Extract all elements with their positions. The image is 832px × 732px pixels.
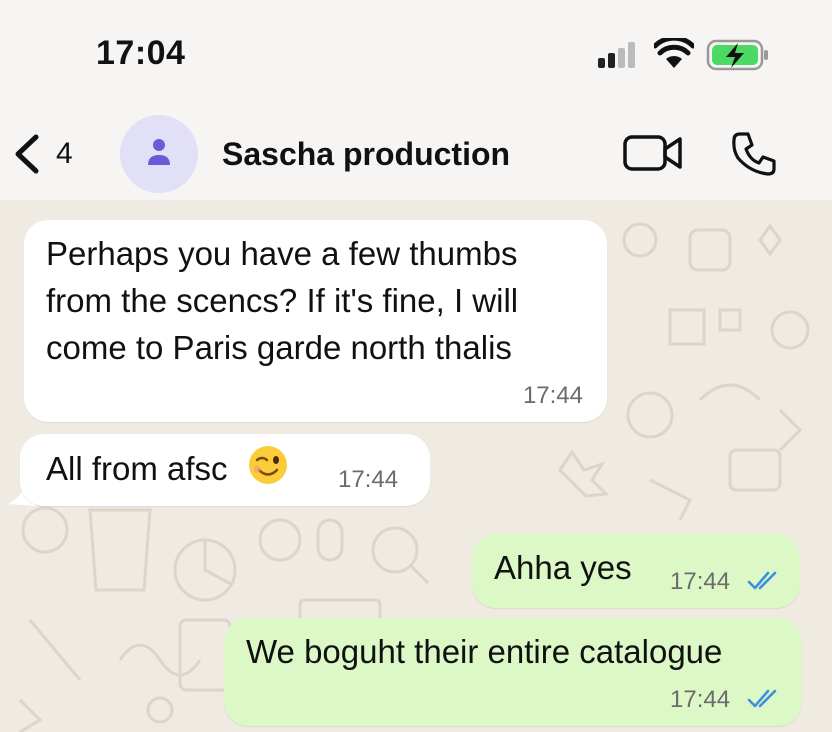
message-text: We boguht their entire catalogue: [246, 633, 723, 670]
message-line: come to Paris garde north thalis: [46, 329, 512, 366]
phone-icon[interactable]: [730, 130, 778, 178]
message-text: All from afsc: [46, 450, 228, 487]
message-time: 17:44: [670, 686, 731, 713]
incoming-message-bubble[interactable]: Perhaps you have a few thumbs from the s…: [24, 220, 607, 422]
wifi-icon: [654, 38, 694, 68]
video-camera-icon[interactable]: [622, 133, 684, 173]
top-bar: 17:04 4 Sascha production: [0, 0, 832, 200]
message-time: 17:44: [522, 382, 583, 409]
chevron-left-icon[interactable]: [8, 131, 46, 177]
message-line: Perhaps you have a few thumbs: [46, 235, 518, 272]
contact-name[interactable]: Sascha production: [222, 136, 510, 173]
incoming-message-bubble[interactable]: All from afsc 17:44: [20, 434, 430, 506]
winking-face-emoji: [248, 446, 287, 484]
message-line: from the scencs? If it's fine, I will: [46, 282, 519, 319]
message-time: 17:44: [338, 466, 399, 493]
cellular-signal-icon: [598, 42, 635, 68]
status-time: 17:04: [96, 34, 186, 72]
outgoing-message-bubble[interactable]: We boguht their entire catalogue 17:44: [224, 618, 802, 726]
message-text: Ahha yes: [494, 549, 632, 586]
avatar[interactable]: [120, 115, 198, 193]
back-unread-count[interactable]: 4: [56, 137, 73, 171]
chat-area[interactable]: Perhaps you have a few thumbs from the s…: [0, 200, 832, 732]
read-receipt-icon: [747, 571, 777, 590]
outgoing-message-bubble[interactable]: Ahha yes 17:44: [472, 534, 800, 608]
message-time: 17:44: [670, 568, 731, 595]
person-icon: [148, 139, 170, 165]
battery-charging-icon: [706, 39, 768, 71]
read-receipt-icon: [747, 689, 777, 708]
